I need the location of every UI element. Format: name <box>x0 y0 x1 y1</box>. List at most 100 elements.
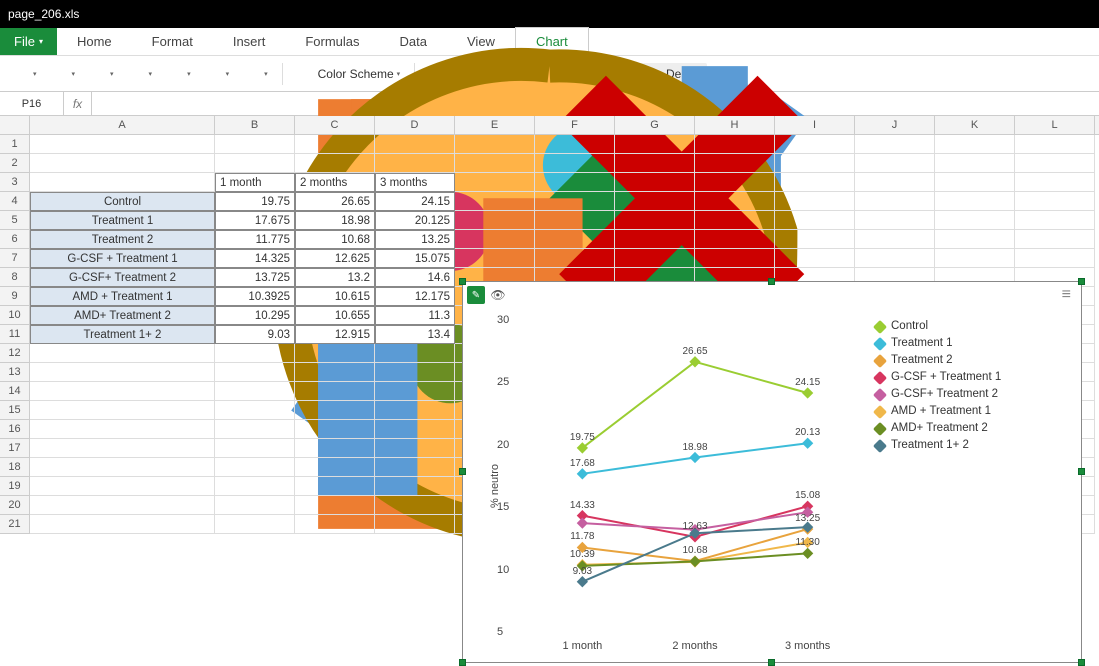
select-all-corner[interactable] <box>0 116 30 134</box>
cell[interactable]: 17.675 <box>215 211 295 230</box>
cell[interactable] <box>535 230 615 249</box>
cell[interactable] <box>855 135 935 154</box>
legend-item[interactable]: Control <box>875 318 1081 335</box>
cell[interactable] <box>935 249 1015 268</box>
cell[interactable] <box>775 230 855 249</box>
cell[interactable] <box>455 249 535 268</box>
cell[interactable]: Control <box>30 192 215 211</box>
row-header[interactable]: 13 <box>0 363 30 382</box>
cell[interactable] <box>375 135 455 154</box>
cell[interactable] <box>1015 173 1095 192</box>
cell[interactable] <box>30 382 215 401</box>
legend-item[interactable]: Treatment 1 <box>875 335 1081 352</box>
row-header[interactable]: 3 <box>0 173 30 192</box>
cell[interactable] <box>695 230 775 249</box>
row-header[interactable]: 19 <box>0 477 30 496</box>
cell[interactable]: 10.295 <box>215 306 295 325</box>
cell[interactable] <box>215 458 295 477</box>
column-header[interactable]: F <box>535 116 615 134</box>
cell[interactable]: 10.615 <box>295 287 375 306</box>
cell[interactable]: 18.98 <box>295 211 375 230</box>
cell[interactable] <box>375 154 455 173</box>
column-header[interactable]: G <box>615 116 695 134</box>
cell[interactable] <box>30 458 215 477</box>
row-header[interactable]: 16 <box>0 420 30 439</box>
row-header[interactable]: 6 <box>0 230 30 249</box>
cell[interactable] <box>455 154 535 173</box>
cell[interactable] <box>30 135 215 154</box>
cell[interactable] <box>935 211 1015 230</box>
row-header[interactable]: 7 <box>0 249 30 268</box>
cell[interactable] <box>30 515 215 534</box>
cell[interactable] <box>375 363 455 382</box>
cell[interactable] <box>295 401 375 420</box>
cell[interactable] <box>855 249 935 268</box>
cell[interactable] <box>615 230 695 249</box>
cell[interactable] <box>375 496 455 515</box>
column-header[interactable]: H <box>695 116 775 134</box>
cell[interactable] <box>535 154 615 173</box>
cell[interactable] <box>295 344 375 363</box>
row-header[interactable]: 18 <box>0 458 30 477</box>
legend-item[interactable]: AMD+ Treatment 2 <box>875 420 1081 437</box>
cell[interactable] <box>1015 192 1095 211</box>
chart-edit-pencil-icon[interactable]: ✎ <box>467 286 485 304</box>
cell[interactable]: 11.775 <box>215 230 295 249</box>
cell[interactable] <box>1015 249 1095 268</box>
cell[interactable] <box>935 192 1015 211</box>
cell[interactable] <box>695 135 775 154</box>
row-header[interactable]: 15 <box>0 401 30 420</box>
cell[interactable] <box>775 249 855 268</box>
cell[interactable]: 12.175 <box>375 287 455 306</box>
column-header[interactable]: A <box>30 116 215 134</box>
row-header[interactable]: 8 <box>0 268 30 287</box>
cell[interactable]: 10.655 <box>295 306 375 325</box>
cell[interactable] <box>775 192 855 211</box>
cell[interactable] <box>215 363 295 382</box>
cell[interactable] <box>615 154 695 173</box>
column-header[interactable]: C <box>295 116 375 134</box>
cell[interactable]: 3 months <box>375 173 455 192</box>
cell[interactable] <box>935 154 1015 173</box>
cell[interactable] <box>215 420 295 439</box>
cell[interactable]: 13.25 <box>375 230 455 249</box>
cell[interactable] <box>295 135 375 154</box>
cell[interactable] <box>30 173 215 192</box>
cell[interactable] <box>615 249 695 268</box>
cell[interactable] <box>295 477 375 496</box>
cell[interactable] <box>695 249 775 268</box>
cell[interactable] <box>695 173 775 192</box>
column-header[interactable]: I <box>775 116 855 134</box>
cell[interactable] <box>215 477 295 496</box>
chart-menu-icon[interactable]: ≡ <box>1056 286 1077 304</box>
cell[interactable]: 24.15 <box>375 192 455 211</box>
cell[interactable] <box>375 477 455 496</box>
column-header[interactable]: D <box>375 116 455 134</box>
cell[interactable]: G-CSF+ Treatment 2 <box>30 268 215 287</box>
cell[interactable] <box>1015 211 1095 230</box>
cell[interactable] <box>375 515 455 534</box>
cell[interactable] <box>855 173 935 192</box>
cell[interactable] <box>215 496 295 515</box>
cell[interactable] <box>215 515 295 534</box>
cell[interactable] <box>375 439 455 458</box>
cell[interactable] <box>1015 230 1095 249</box>
row-header[interactable]: 11 <box>0 325 30 344</box>
cell[interactable]: 26.65 <box>295 192 375 211</box>
cell[interactable] <box>535 135 615 154</box>
row-header[interactable]: 21 <box>0 515 30 534</box>
cell[interactable] <box>295 439 375 458</box>
cell[interactable] <box>295 458 375 477</box>
cell[interactable]: AMD+ Treatment 2 <box>30 306 215 325</box>
cell[interactable]: 20.125 <box>375 211 455 230</box>
cell[interactable] <box>855 154 935 173</box>
row-header[interactable]: 5 <box>0 211 30 230</box>
cell[interactable] <box>455 173 535 192</box>
column-header[interactable]: E <box>455 116 535 134</box>
cell[interactable]: 9.03 <box>215 325 295 344</box>
cell[interactable]: 13.2 <box>295 268 375 287</box>
cell[interactable] <box>30 154 215 173</box>
cell[interactable] <box>535 249 615 268</box>
cell[interactable] <box>455 192 535 211</box>
resize-handle[interactable] <box>768 278 775 285</box>
